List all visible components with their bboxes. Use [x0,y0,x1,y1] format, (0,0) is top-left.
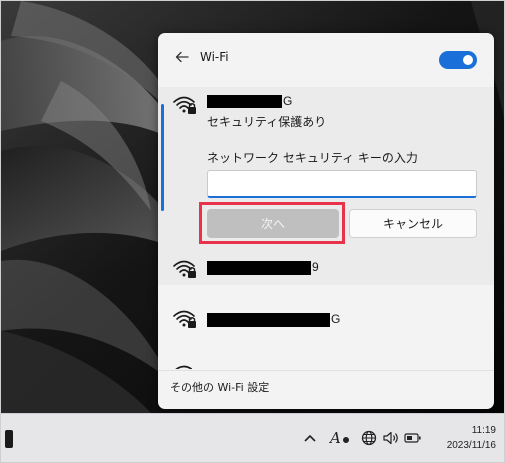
svg-text:A: A [329,429,341,447]
clock-time: 11:19 [471,425,496,436]
wifi-secured-icon [175,365,192,369]
security-key-label: ネットワーク セキュリティ キーの入力 [207,151,418,165]
footer-divider [158,370,494,371]
taskbar-app-icon[interactable] [5,430,13,448]
network-item[interactable]: G [158,301,494,345]
toggle-knob [463,55,473,65]
wifi-toggle[interactable] [439,51,477,69]
chevron-up-icon[interactable] [303,428,317,448]
redacted-ssid [207,95,282,108]
clock-date: 2023/11/16 [446,440,496,451]
wifi-panel-header: Wi-Fi [158,33,494,81]
wifi-flyout-panel: Wi-Fi G セキュリティ保護あり ネットワーク セキュリティ キーの入力 次… [158,33,494,409]
security-status: セキュリティ保護あり [207,115,327,129]
network-item-partial [172,363,192,369]
panel-title: Wi-Fi [200,50,229,64]
taskbar: A 11:19 2023/11/16 [1,413,504,463]
redacted-ssid [207,261,311,275]
next-button[interactable]: 次へ [207,209,339,238]
network-ssid-suffix: G [331,312,341,326]
volume-icon[interactable] [381,428,401,448]
taskbar-clock[interactable]: 11:19 2023/11/16 [447,423,496,453]
more-wifi-settings-link[interactable]: その他の Wi-Fi 設定 [170,379,269,395]
cancel-button[interactable]: キャンセル [349,209,477,238]
wifi-secured-icon [173,310,196,328]
wifi-secured-icon [173,260,196,278]
back-arrow-icon[interactable] [174,49,190,65]
wifi-secured-icon [173,96,196,114]
network-ssid-suffix: G [283,94,293,108]
network-ssid-suffix: 9 [312,260,319,274]
redacted-ssid [207,313,330,327]
network-globe-icon[interactable] [359,428,379,448]
ime-indicator-icon[interactable]: A [329,428,351,448]
selection-accent-bar [161,104,164,211]
security-key-input[interactable] [207,170,477,198]
battery-icon[interactable] [403,428,423,448]
network-item[interactable]: 9 [158,251,494,295]
